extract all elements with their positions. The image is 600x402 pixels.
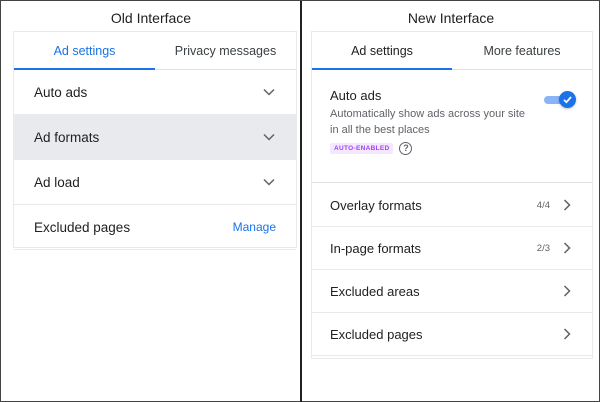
tab-ad-settings[interactable]: Ad settings: [14, 32, 155, 70]
chevron-down-icon: [262, 130, 276, 144]
old-row-excluded-pages: Excluded pages Manage: [14, 205, 296, 250]
row-label: In-page formats: [330, 240, 422, 256]
row-label: Excluded pages: [330, 326, 423, 342]
old-interface-caption: Old Interface: [110, 10, 192, 26]
comparison-figure: Old Interface Ad settings Privacy messag…: [0, 0, 600, 402]
row-label: Ad load: [34, 174, 80, 190]
row-count: 4/4: [536, 199, 550, 211]
old-row-ad-load[interactable]: Ad load: [14, 160, 296, 205]
new-tab-bar: Ad settings More features: [312, 32, 592, 70]
auto-ads-section: Auto ads Automatically show ads across y…: [312, 70, 592, 183]
new-interface-panel: New Interface Ad settings More features …: [302, 1, 600, 401]
old-interface-panel: Old Interface Ad settings Privacy messag…: [2, 1, 300, 401]
old-tab-bar: Ad settings Privacy messages: [14, 32, 296, 70]
new-interface-caption: New Interface: [407, 10, 495, 26]
row-count: 2/3: [536, 242, 550, 254]
row-label: Auto ads: [34, 84, 88, 100]
new-row-excluded-areas[interactable]: Excluded areas: [312, 270, 592, 313]
row-label: Ad formats: [34, 129, 100, 145]
new-settings-card: Ad settings More features Auto ads Autom…: [311, 31, 593, 359]
checkmark-icon: [559, 91, 576, 108]
old-settings-card: Ad settings Privacy messages Auto ads Ad…: [13, 31, 297, 250]
auto-enabled-badge: AUTO-ENABLED: [330, 143, 394, 154]
chevron-right-icon: [560, 241, 574, 255]
chevron-right-icon: [560, 327, 574, 341]
old-row-ad-formats[interactable]: Ad formats: [14, 115, 296, 160]
manage-link[interactable]: Manage: [233, 220, 276, 234]
tab-ad-settings[interactable]: Ad settings: [312, 32, 452, 70]
tab-privacy-messages[interactable]: Privacy messages: [155, 32, 296, 69]
auto-ads-title: Auto ads: [330, 88, 382, 103]
auto-ads-description: Automatically show ads across your site …: [330, 108, 526, 136]
question-mark-icon[interactable]: ?: [399, 142, 413, 155]
old-row-auto-ads[interactable]: Auto ads: [14, 70, 296, 115]
chevron-down-icon: [262, 85, 276, 99]
new-row-overlay-formats[interactable]: Overlay formats 4/4: [312, 184, 592, 227]
auto-ads-toggle[interactable]: [544, 91, 576, 108]
new-row-in-page-formats[interactable]: In-page formats 2/3: [312, 227, 592, 270]
chevron-down-icon: [262, 175, 276, 189]
row-label: Overlay formats: [330, 197, 422, 213]
auto-ads-badge-row: AUTO-ENABLED ?: [330, 142, 574, 155]
chevron-right-icon: [560, 284, 574, 298]
chevron-right-icon: [560, 198, 574, 212]
row-label: Excluded areas: [330, 283, 420, 299]
new-row-excluded-pages[interactable]: Excluded pages: [312, 313, 592, 356]
row-label: Excluded pages: [34, 219, 131, 235]
tab-more-features[interactable]: More features: [452, 32, 592, 69]
